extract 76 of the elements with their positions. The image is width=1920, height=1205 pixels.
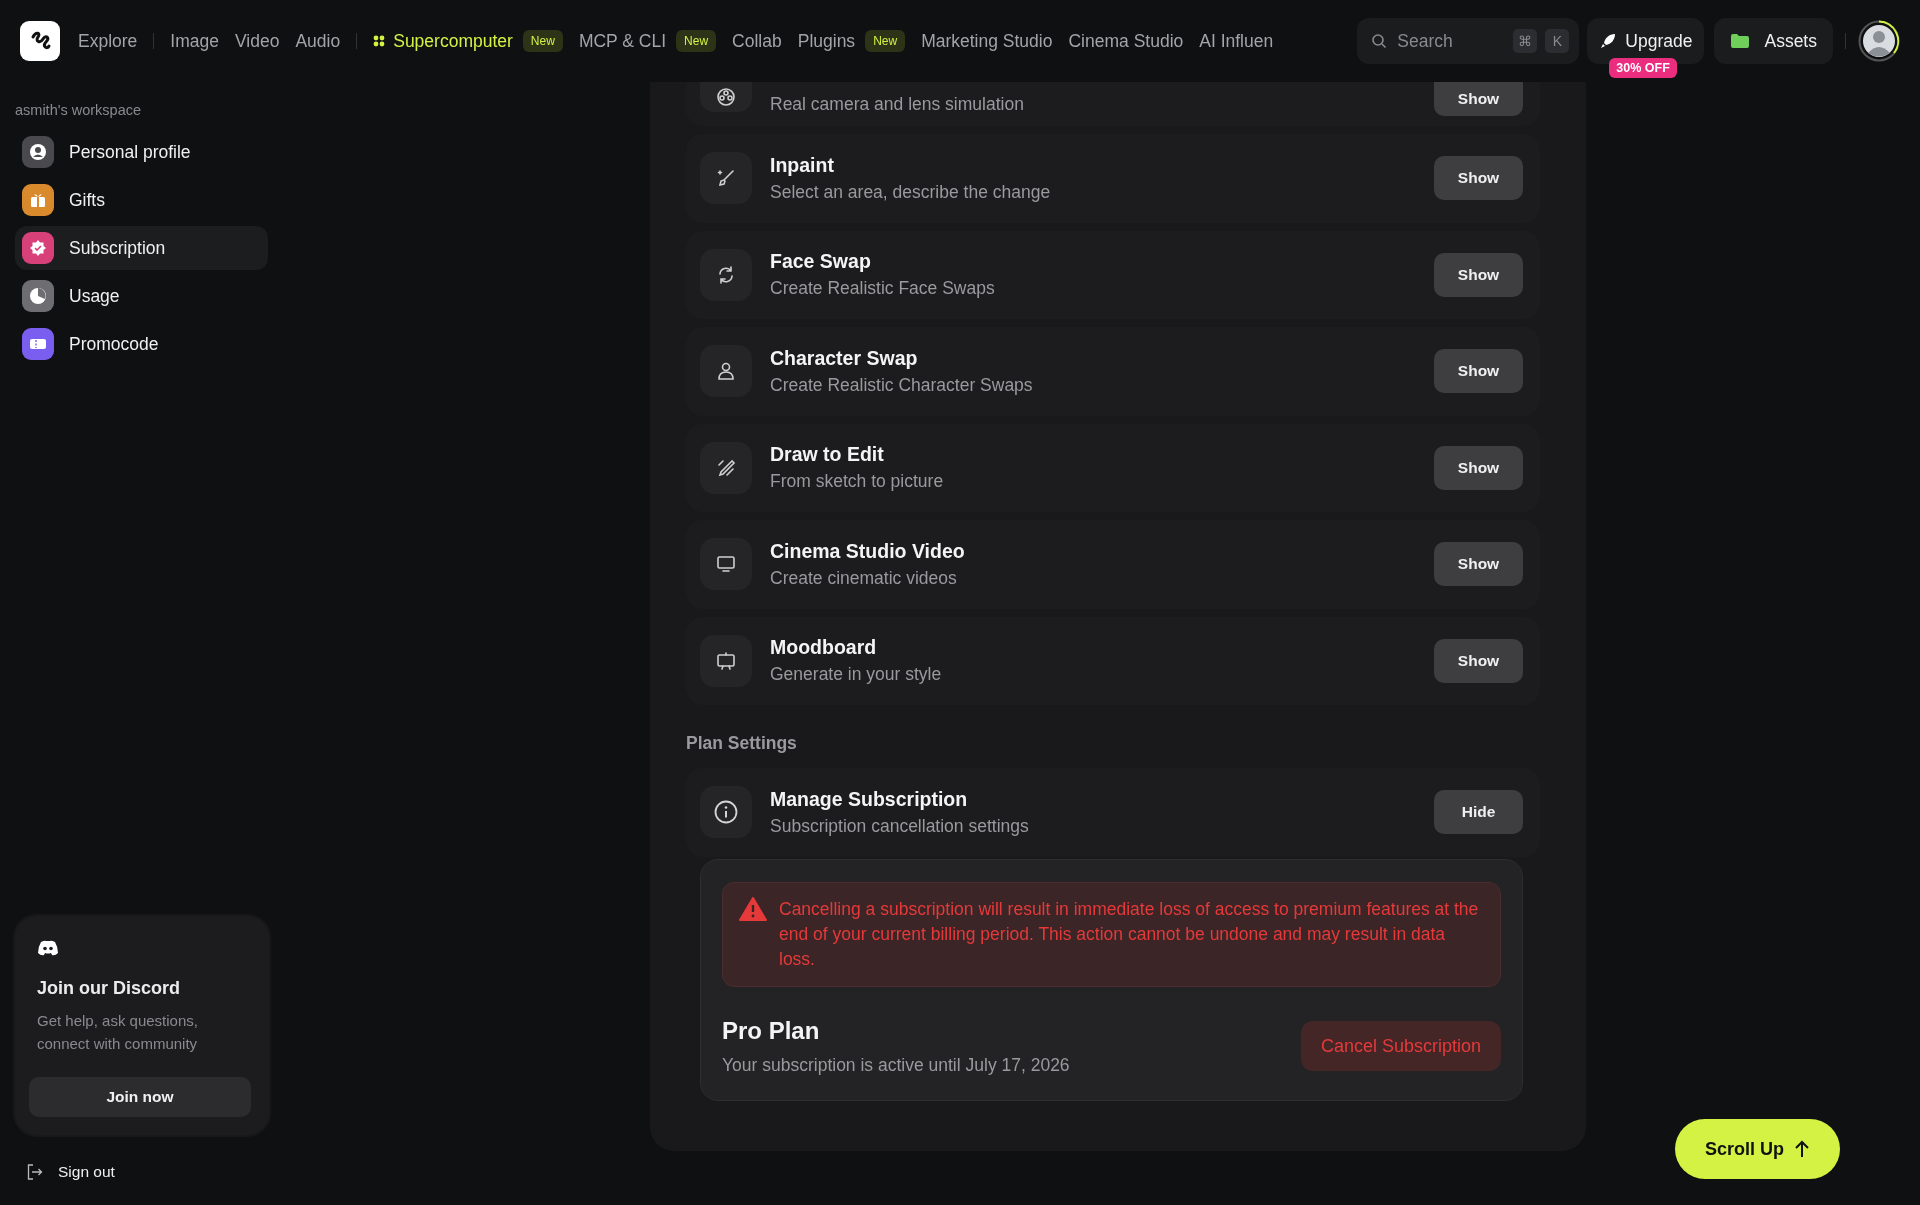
sidebar-item[interactable]: Promocode: [15, 322, 268, 366]
new-badge: New: [676, 30, 717, 52]
shortcut-key: ⌘: [1513, 29, 1538, 53]
nav-link[interactable]: Cinema Studio: [1068, 30, 1184, 52]
sign-out-link[interactable]: Sign out: [27, 1163, 115, 1181]
manage-title: Manage Subscription: [770, 787, 969, 811]
feature-subtitle: From sketch to picture: [770, 471, 945, 493]
nav-link[interactable]: Collab: [732, 30, 782, 52]
feature-icon: [700, 345, 752, 398]
feature-subtitle: Create Realistic Character Swaps: [770, 374, 1034, 396]
section-heading: Plan Settings: [686, 733, 798, 754]
grid-icon: [373, 35, 386, 47]
sidebar-item[interactable]: Subscription: [15, 226, 268, 270]
feature-title: Draw to Edit: [770, 443, 885, 467]
show-button[interactable]: Show: [1434, 445, 1523, 490]
show-button[interactable]: Show: [1434, 82, 1523, 116]
sidebar-item[interactable]: Gifts: [15, 178, 268, 222]
feature-title: Moodboard: [770, 636, 878, 660]
feature-icon: [700, 248, 752, 301]
new-badge: New: [865, 30, 906, 52]
folder-icon: [1730, 33, 1751, 49]
nav-link[interactable]: Supercomputer: [373, 30, 513, 52]
nav-link[interactable]: Explore: [78, 30, 138, 52]
nav-link[interactable]: Video: [235, 30, 280, 52]
rocket-icon: [1599, 32, 1618, 50]
sign-out-icon: [27, 1164, 43, 1180]
feature-subtitle: Generate in your style: [770, 664, 943, 686]
workspace-label: asmith's workspace: [15, 102, 143, 118]
arrow-up-icon: [1794, 1140, 1810, 1158]
search-field[interactable]: Search ⌘ K: [1357, 18, 1580, 64]
warning-icon: [739, 896, 767, 921]
sidebar-item[interactable]: Personal profile: [15, 130, 268, 174]
scroll-up-button[interactable]: Scroll Up: [1675, 1119, 1840, 1179]
info-icon: [700, 786, 752, 839]
feature-title: Character Swap: [770, 346, 919, 370]
nav-link[interactable]: Audio: [295, 30, 341, 52]
nav-link[interactable]: Marketing Studio: [921, 30, 1053, 52]
feature-icon: [700, 538, 752, 591]
logo-icon[interactable]: [20, 21, 60, 61]
manage-subtitle: Subscription cancellation settings: [770, 815, 1030, 837]
shortcut-key: K: [1545, 29, 1570, 53]
avatar[interactable]: [1858, 20, 1900, 62]
nav-link[interactable]: Plugins: [797, 30, 856, 52]
discord-title: Join our Discord: [37, 978, 181, 999]
show-button[interactable]: Show: [1434, 542, 1523, 587]
discount-badge: 30% OFF: [1609, 58, 1677, 78]
feature-title: Face Swap: [770, 250, 872, 274]
feature-title: Inpaint: [770, 153, 835, 177]
feature-subtitle: Select an area, describe the change: [770, 181, 1052, 203]
feature-subtitle: Real camera and lens simulation: [770, 93, 1025, 115]
feature-title: Cinema Studio Video: [770, 539, 966, 563]
discord-icon: [37, 940, 59, 956]
plan-name: Pro Plan: [722, 1016, 821, 1045]
feature-icon: [700, 634, 752, 687]
search-icon: [1371, 33, 1388, 49]
feature-icon: [700, 441, 752, 494]
show-button[interactable]: Show: [1434, 638, 1523, 683]
nav-link[interactable]: Image: [170, 30, 219, 52]
nav-link[interactable]: MCP & CLI: [578, 30, 667, 52]
sidebar-item[interactable]: Usage: [15, 274, 268, 318]
feature-subtitle: Create cinematic videos: [770, 567, 958, 589]
warning-text: Cancelling a subscription will result in immediate loss of access to premium features at the end of your current billing period. This action cannot be undone and may result in data loss.: [779, 897, 1480, 971]
join-button[interactable]: Join now: [29, 1077, 251, 1117]
assets-button[interactable]: Assets: [1714, 18, 1833, 64]
show-button[interactable]: Show: [1434, 252, 1523, 297]
feature-subtitle: Create Realistic Face Swaps: [770, 278, 996, 300]
hide-button[interactable]: Hide: [1434, 790, 1523, 835]
show-button[interactable]: Show: [1434, 156, 1523, 201]
plan-status: Your subscription is active until July 17, 2026: [722, 1054, 1070, 1076]
feature-icon: [700, 152, 752, 205]
nav-link[interactable]: AI Influen: [1199, 30, 1274, 52]
discord-description: Get help, ask questions, connect with community: [37, 1011, 199, 1054]
upgrade-button[interactable]: Upgrade: [1587, 18, 1705, 64]
show-button[interactable]: Show: [1434, 349, 1523, 394]
search-input[interactable]: Search: [1395, 29, 1506, 53]
new-badge: New: [522, 30, 563, 52]
